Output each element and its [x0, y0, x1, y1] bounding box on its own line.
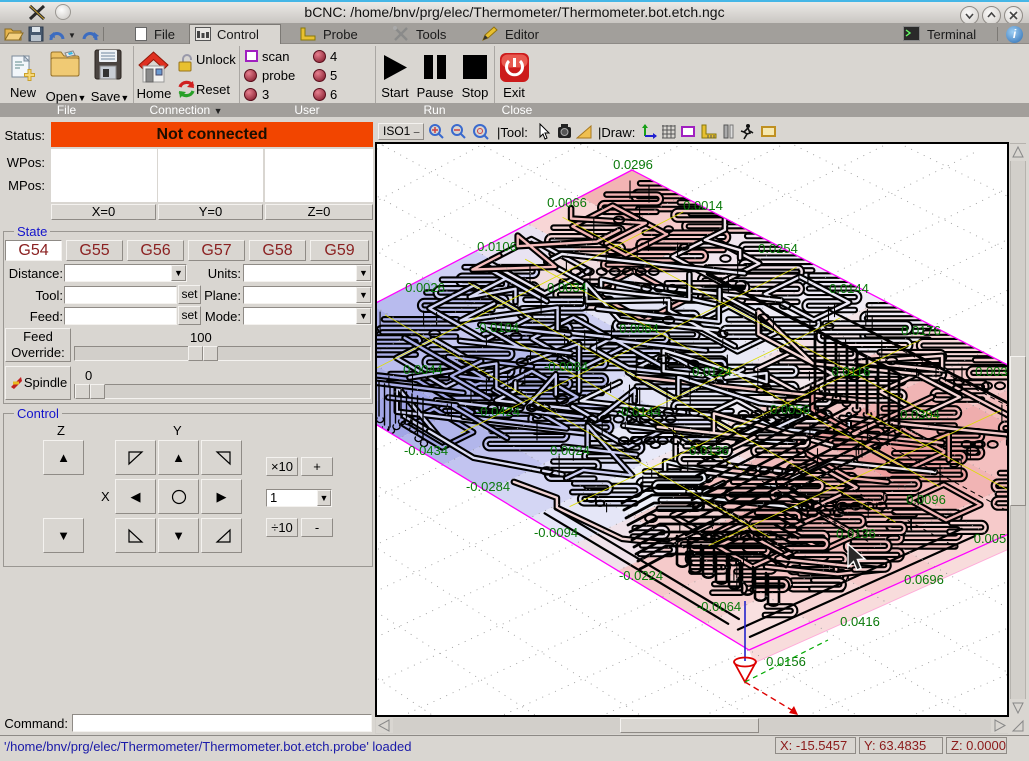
svg-text:-0.0064: -0.0064: [697, 599, 741, 614]
svg-text:0.0084: 0.0084: [619, 321, 659, 336]
svg-text:0.0116: 0.0116: [832, 364, 871, 379]
svg-text:0.0696: 0.0696: [904, 572, 944, 587]
svg-text:0.0296: 0.0296: [613, 157, 653, 172]
svg-text:-0.0144: -0.0144: [617, 404, 661, 419]
svg-text:0.005: 0.005: [974, 531, 1007, 546]
svg-text:0.0176: 0.0176: [901, 323, 941, 338]
svg-text:0.0136: 0.0136: [836, 526, 876, 541]
svg-text:-0.0224: -0.0224: [619, 568, 663, 583]
svg-text:0.0136: 0.0136: [689, 443, 729, 458]
svg-text:-0.0434: -0.0434: [404, 443, 448, 458]
svg-text:0.0124: 0.0124: [692, 364, 732, 379]
svg-text:-0.0094: -0.0094: [534, 525, 578, 540]
svg-text:0.0024: 0.0024: [550, 443, 590, 458]
svg-text:-0.0104: -0.0104: [475, 320, 519, 335]
svg-text:0.0304: 0.0304: [900, 407, 940, 422]
svg-text:0.0144: 0.0144: [829, 281, 869, 296]
svg-text:0.0096: 0.0096: [906, 492, 946, 507]
svg-text:-0.0084: -0.0084: [544, 359, 588, 374]
svg-text:0.0416: 0.0416: [840, 614, 880, 629]
svg-text:0.0014: 0.0014: [683, 198, 723, 213]
svg-text:0.0106: 0.0106: [477, 239, 517, 254]
svg-text:0.0036: 0.0036: [975, 364, 1007, 379]
svg-text:0.0056: 0.0056: [770, 402, 810, 417]
svg-text:0.0034: 0.0034: [547, 280, 587, 295]
svg-text:0.0026: 0.0026: [405, 280, 445, 295]
svg-text:0.0066: 0.0066: [547, 195, 587, 210]
svg-text:0.0254: 0.0254: [758, 241, 798, 256]
svg-text:-0.0284: -0.0284: [466, 479, 510, 494]
svg-text:0.0044: 0.0044: [403, 362, 443, 377]
svg-text:-0.0424: -0.0424: [476, 404, 520, 419]
